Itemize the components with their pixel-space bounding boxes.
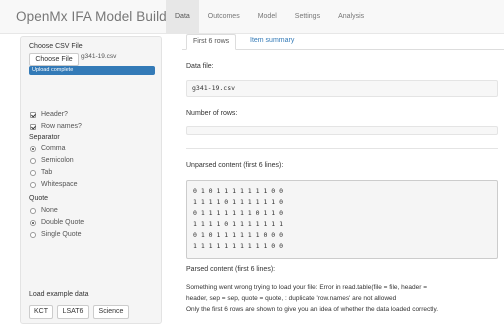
choose-file-button[interactable]: Choose File [29, 53, 79, 66]
error-message-line: header, sep = sep, quote = quote, : dupl… [186, 295, 397, 302]
rownames-checkbox[interactable] [30, 123, 36, 130]
app-brand[interactable]: OpenMx IFA Model Builder [16, 9, 179, 24]
unparsed-line: 0 1 1 1 1 1 1 1 0 1 1 0 [193, 209, 284, 217]
header-checkbox-label: Header? [41, 111, 68, 118]
header-checkbox-row[interactable]: Header? [30, 111, 68, 118]
upload-progress-bar: Upload complete [29, 66, 155, 75]
quote-label: Quote [29, 195, 49, 202]
selected-file-name: g341-19.csv [81, 53, 117, 60]
info-message-line: Only the first 6 rows are shown to give … [186, 306, 439, 313]
tab-settings[interactable]: Settings [286, 0, 329, 34]
divider [186, 148, 498, 149]
quote-option-label: Double Quote [41, 219, 85, 226]
unparsed-line: 0 1 0 1 1 1 1 1 1 1 0 0 [193, 187, 284, 195]
radio-none[interactable] [30, 207, 36, 214]
separator-label: Separator [29, 134, 60, 141]
rows-count-value [186, 126, 498, 135]
tab-data[interactable]: Data [166, 0, 199, 34]
choose-csv-label: Choose CSV File [29, 43, 83, 50]
example-science-button[interactable]: Science [93, 305, 129, 319]
unparsed-line: 1 1 1 1 0 1 1 1 1 1 1 0 [193, 198, 284, 206]
quote-option-none[interactable]: None [30, 207, 58, 214]
example-lsat6-button[interactable]: LSAT6 [57, 305, 89, 319]
separator-option-label: Whitespace [41, 181, 78, 188]
separator-option-tab[interactable]: Tab [30, 169, 52, 176]
radio-whitespace[interactable] [30, 181, 36, 188]
navbar: OpenMx IFA Model Builder Data Outcomes M… [0, 0, 504, 34]
separator-option-comma[interactable]: Comma [30, 145, 66, 152]
separator-option-whitespace[interactable]: Whitespace [30, 181, 78, 188]
main-nav-tabs: Data Outcomes Model Settings Analysis [166, 0, 373, 34]
radio-comma[interactable] [30, 145, 36, 152]
radio-double-quote[interactable] [30, 219, 36, 226]
tab-analysis[interactable]: Analysis [329, 0, 373, 34]
data-subtabs: First 6 rows Item summary [182, 32, 504, 50]
radio-tab[interactable] [30, 169, 36, 176]
parsed-content-label: Parsed content (first 6 lines): [186, 266, 276, 273]
rownames-checkbox-row[interactable]: Row names? [30, 123, 82, 130]
example-kct-button[interactable]: KCT [29, 305, 53, 319]
rownames-checkbox-label: Row names? [41, 123, 82, 130]
separator-option-label: Tab [41, 169, 53, 176]
unparsed-content-label: Unparsed content (first 6 lines): [186, 162, 284, 169]
separator-option-label: Semicolon [41, 157, 74, 164]
separator-option-semicolon[interactable]: Semicolon [30, 157, 74, 164]
header-checkbox[interactable] [30, 111, 36, 118]
tab-item-summary[interactable]: Item summary [244, 34, 300, 50]
tab-model[interactable]: Model [249, 0, 286, 34]
rows-count-label: Number of rows: [186, 110, 238, 117]
data-file-value: g341-19.csv [186, 80, 498, 97]
quote-option-label: None [41, 207, 58, 214]
error-message-line: Something went wrong trying to load your… [186, 284, 427, 291]
separator-option-label: Comma [41, 145, 66, 152]
sidebar-panel: Choose CSV File Choose File g341-19.csv … [20, 36, 162, 324]
unparsed-line: 0 1 0 1 1 1 1 1 1 0 0 0 [193, 231, 284, 239]
radio-semicolon[interactable] [30, 157, 36, 164]
radio-single-quote[interactable] [30, 231, 36, 238]
quote-option-label: Single Quote [41, 231, 82, 238]
example-data-label: Load example data [29, 291, 89, 298]
tab-first-6-rows[interactable]: First 6 rows [186, 34, 237, 50]
unparsed-content-block: 0 1 0 1 1 1 1 1 1 1 0 0 1 1 1 1 0 1 1 1 … [186, 180, 498, 259]
quote-option-double[interactable]: Double Quote [30, 219, 84, 226]
tab-outcomes[interactable]: Outcomes [199, 0, 249, 34]
unparsed-line: 1 1 1 1 0 1 1 1 1 1 1 1 [193, 220, 284, 228]
unparsed-line: 1 1 1 1 1 1 1 1 1 1 0 0 [193, 242, 284, 250]
data-file-label: Data file: [186, 63, 214, 70]
quote-option-single[interactable]: Single Quote [30, 231, 81, 238]
